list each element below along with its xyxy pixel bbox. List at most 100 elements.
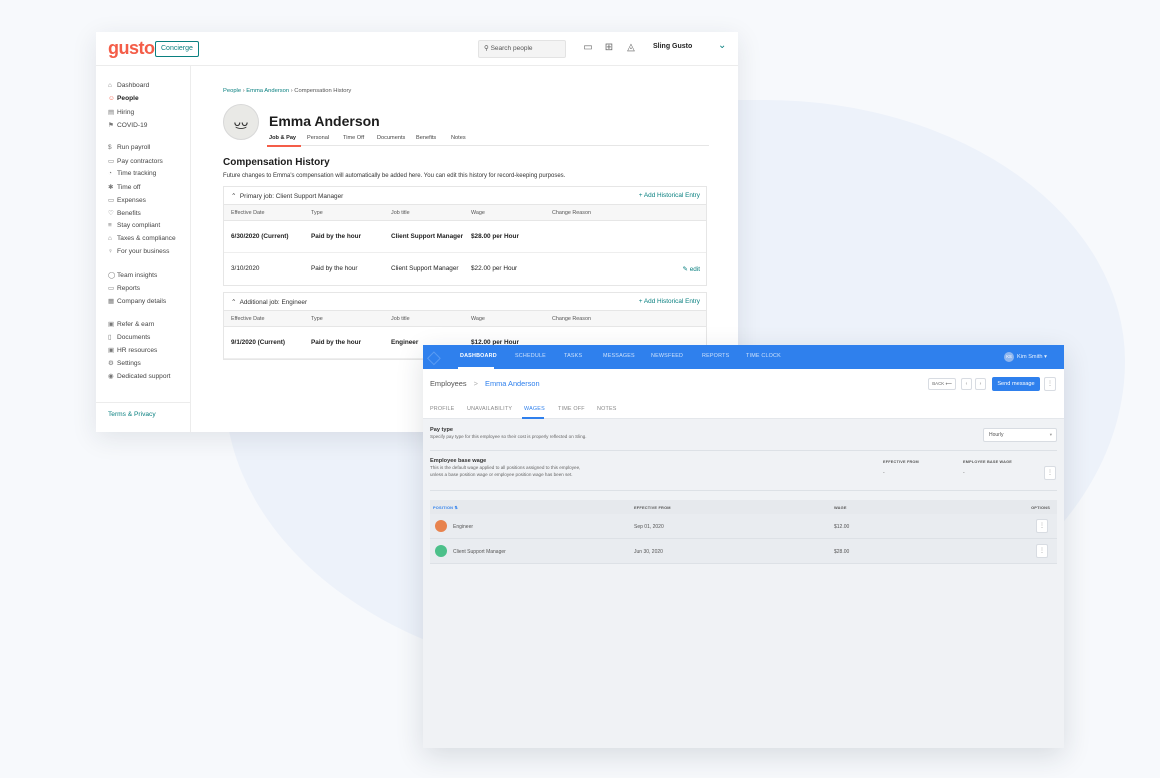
timeoff-icon: ✱ bbox=[108, 184, 114, 191]
breadcrumb-separator: › bbox=[290, 88, 293, 94]
bell-icon[interactable]: ◬ bbox=[625, 42, 637, 54]
breadcrumb-employees[interactable]: Employees bbox=[430, 379, 467, 388]
back-button[interactable]: BACK ⟵ bbox=[928, 378, 956, 390]
nav-time-clock[interactable]: TIME CLOCK bbox=[746, 353, 781, 359]
sidebar-item-for-your-business[interactable]: ♀ For your business bbox=[108, 248, 169, 255]
breadcrumb: People › Emma Anderson › Compensation Hi… bbox=[223, 88, 351, 94]
tab-job-pay[interactable]: Job & Pay bbox=[267, 135, 301, 147]
company-switcher[interactable]: Sling Gusto bbox=[653, 43, 692, 50]
sidebar-item-time-tracking[interactable]: ◔ Time tracking bbox=[108, 170, 156, 177]
tab-notes[interactable]: Notes bbox=[451, 135, 466, 141]
job-card-header[interactable]: ⌃ Primary job: Client Support Manager + … bbox=[224, 187, 706, 205]
caret-down-icon: ▾ bbox=[1044, 354, 1047, 360]
concierge-button[interactable]: Concierge bbox=[155, 41, 199, 57]
sidebar-item-dashboard[interactable]: ⌂ Dashboard bbox=[108, 82, 149, 89]
table-row[interactable]: Engineer Sep 01, 2020 $12.00 ⋮ bbox=[430, 514, 1057, 539]
user-avatar[interactable]: KS bbox=[1004, 352, 1014, 362]
pay-type-select[interactable]: Hourly ▾ bbox=[983, 428, 1057, 442]
sidebar-item-hr-resources[interactable]: ▣ HR resources bbox=[108, 346, 157, 354]
tab-benefits[interactable]: Benefits bbox=[416, 135, 436, 141]
terms-privacy-link[interactable]: Terms & Privacy bbox=[96, 402, 191, 426]
calendar-icon[interactable]: ▭ bbox=[582, 42, 594, 54]
tab-wages[interactable]: WAGES bbox=[522, 406, 545, 419]
prev-button[interactable]: ‹ bbox=[961, 378, 972, 390]
sidebar-item-documents[interactable]: ▯ Documents bbox=[108, 333, 150, 341]
nav-reports[interactable]: REPORTS bbox=[702, 353, 729, 359]
sidebar-item-label: Hiring bbox=[117, 109, 135, 116]
sort-icon: ⇅ bbox=[454, 505, 458, 510]
cell-wage: $12.00 bbox=[834, 524, 850, 530]
tab-documents[interactable]: Documents bbox=[377, 135, 405, 141]
sidebar-item-taxes-compliance[interactable]: ⌂ Taxes & compliance bbox=[108, 235, 176, 242]
nav-newsfeed[interactable]: NEWSFEED bbox=[651, 353, 683, 359]
row-options-icon[interactable]: ⋮ bbox=[1036, 519, 1048, 533]
cell-effective-from: Sep 01, 2020 bbox=[634, 524, 664, 530]
column-header: Type bbox=[311, 316, 323, 322]
breadcrumb: Employees > Emma Anderson bbox=[430, 379, 540, 388]
search-placeholder: Search people bbox=[490, 45, 533, 52]
user-menu[interactable]: Kim Smith ▾ bbox=[1017, 354, 1047, 360]
sidebar-item-label: Time off bbox=[117, 184, 141, 191]
send-message-button[interactable]: Send message bbox=[992, 377, 1040, 391]
next-button[interactable]: › bbox=[975, 378, 986, 390]
sidebar-item-stay-compliant[interactable]: ≡ Stay compliant bbox=[108, 222, 160, 229]
tab-unavailability[interactable]: UNAVAILABILITY bbox=[467, 406, 512, 412]
breadcrumb-employee[interactable]: Emma Anderson bbox=[246, 88, 289, 94]
sidebar-item-refer-earn[interactable]: ▣ Refer & earn bbox=[108, 320, 154, 328]
position-color-dot bbox=[435, 520, 447, 532]
bank-icon: ⌂ bbox=[108, 235, 112, 242]
chevron-up-icon[interactable]: ⌃ bbox=[231, 193, 236, 200]
sidebar-item-benefits[interactable]: ♡ Benefits bbox=[108, 209, 141, 217]
bulb-icon: ♀ bbox=[108, 248, 113, 255]
sling-logo-icon[interactable]: ◇ bbox=[427, 347, 447, 367]
sidebar-item-people[interactable]: ☺ People bbox=[108, 95, 139, 102]
column-header: Change Reason bbox=[552, 210, 591, 216]
sidebar-item-covid-19[interactable]: ⚑ COVID-19 bbox=[108, 121, 147, 129]
table-row[interactable]: Client Support Manager Jun 30, 2020 $28.00… bbox=[430, 539, 1057, 564]
column-header: Effective Date bbox=[231, 316, 265, 322]
breadcrumb-current: Compensation History bbox=[294, 88, 352, 94]
column-header: EFFECTIVE FROM bbox=[634, 505, 671, 510]
base-wage-description: This is the default wage applied to all … bbox=[430, 465, 581, 470]
row-options-icon[interactable]: ⋮ bbox=[1036, 544, 1048, 558]
chevron-down-icon[interactable]: ⌄ bbox=[718, 40, 726, 51]
sidebar-item-expenses[interactable]: ▭ Expenses bbox=[108, 196, 146, 204]
nav-messages[interactable]: MESSAGES bbox=[603, 353, 635, 359]
sidebar-item-dedicated-support[interactable]: ◉ Dedicated support bbox=[108, 372, 171, 380]
breadcrumb-people[interactable]: People bbox=[223, 88, 241, 94]
column-header: WAGE bbox=[834, 505, 847, 510]
more-options-icon[interactable]: ⋮ bbox=[1044, 466, 1056, 480]
base-wage-effective: - bbox=[883, 470, 885, 476]
tab-personal[interactable]: Personal bbox=[307, 135, 329, 141]
sidebar-item-label: Company details bbox=[117, 298, 167, 305]
edit-button[interactable]: ✎ edit bbox=[683, 265, 700, 273]
tab-notes[interactable]: NOTES bbox=[597, 406, 617, 412]
pay-type-description: Specify pay type for this employee so th… bbox=[430, 434, 587, 439]
sidebar-item-company-details[interactable]: ▦ Company details bbox=[108, 297, 166, 305]
sidebar-item-time-off[interactable]: ✱ Time off bbox=[108, 183, 140, 191]
sidebar-item-settings[interactable]: ⚙ Settings bbox=[108, 359, 141, 367]
sidebar-item-team-insights[interactable]: ◯ Team insights bbox=[108, 271, 157, 279]
add-historical-entry-button[interactable]: + Add Historical Entry bbox=[639, 192, 700, 199]
sidebar-item-reports[interactable]: ▭ Reports bbox=[108, 284, 140, 292]
tab-time-off[interactable]: TIME OFF bbox=[558, 406, 585, 412]
nav-dashboard[interactable]: DASHBOARD bbox=[458, 353, 497, 369]
more-options-icon[interactable]: ⋮ bbox=[1044, 377, 1056, 391]
clock-icon: ◔ bbox=[108, 170, 112, 177]
pencil-icon: ✎ bbox=[682, 266, 688, 273]
tab-profile[interactable]: PROFILE bbox=[430, 406, 454, 412]
sidebar-item-run-payroll[interactable]: $ Run payroll bbox=[108, 144, 150, 151]
column-header-position[interactable]: POSITION ⇅ bbox=[433, 505, 458, 510]
nav-schedule[interactable]: SCHEDULE bbox=[515, 353, 546, 359]
job-card-header[interactable]: ⌃ Additional job: Engineer + Add Histori… bbox=[224, 293, 706, 311]
nav-tasks[interactable]: TASKS bbox=[564, 353, 582, 359]
add-historical-entry-button[interactable]: + Add Historical Entry bbox=[639, 298, 700, 305]
search-input[interactable]: ⚲ Search people bbox=[478, 40, 566, 58]
sidebar-item-hiring[interactable]: ▤ Hiring bbox=[108, 108, 134, 116]
heart-icon: ♡ bbox=[108, 210, 114, 217]
gift-icon[interactable]: ⊞ bbox=[603, 42, 615, 54]
sidebar-item-pay-contractors[interactable]: ▭ Pay contractors bbox=[108, 157, 163, 165]
gusto-logo[interactable]: gusto bbox=[108, 38, 155, 59]
chevron-up-icon[interactable]: ⌃ bbox=[231, 299, 236, 306]
tab-time-off[interactable]: Time Off bbox=[343, 135, 364, 141]
